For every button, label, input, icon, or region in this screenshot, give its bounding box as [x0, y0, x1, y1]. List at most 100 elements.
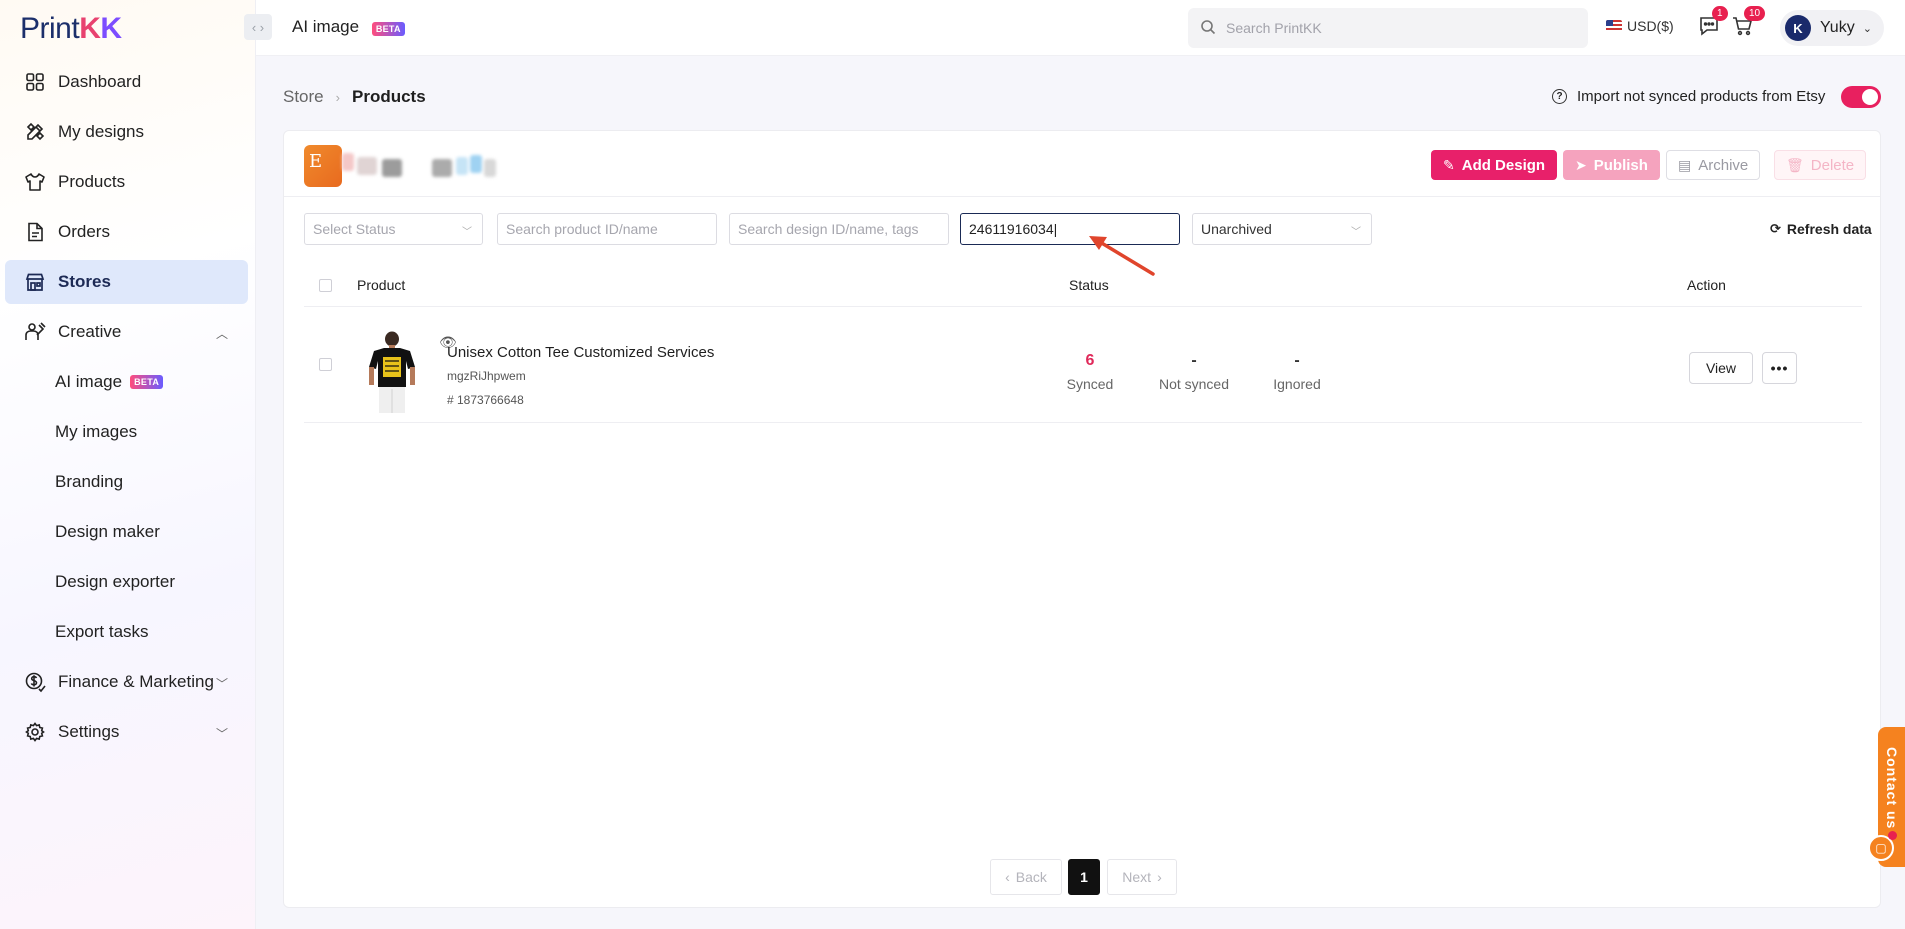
breadcrumb-current: Products — [351, 87, 426, 106]
sidebar-item-label: Orders — [58, 222, 110, 241]
refresh-icon: ⟳ — [1770, 221, 1781, 236]
help-icon[interactable]: ? — [1552, 89, 1567, 104]
logo-text-print: Print — [20, 12, 80, 45]
status-select[interactable]: Select Status ﹀ — [304, 213, 483, 245]
ignored-count-label: Ignored — [1273, 376, 1321, 392]
finance-icon — [24, 671, 46, 693]
currency-selector[interactable]: USD($) — [1606, 18, 1674, 34]
design-search-input[interactable]: Search design ID/name, tags — [729, 213, 949, 245]
row-checkbox[interactable] — [319, 358, 332, 371]
pagination-page-1[interactable]: 1 — [1068, 859, 1100, 895]
chevron-right-icon: › — [335, 89, 340, 105]
breadcrumb: Store › Products — [283, 87, 426, 107]
pagination-next-button[interactable]: Next › — [1107, 859, 1177, 895]
avatar: K — [1785, 15, 1811, 41]
view-button[interactable]: View — [1689, 352, 1753, 384]
add-design-label: Add Design — [1461, 156, 1546, 174]
import-etsy-setting: ? Import not synced products from Etsy — [1552, 88, 1825, 105]
table-header: Product Status Action — [304, 263, 1862, 307]
not-synced-count: - Not synced — [1139, 352, 1249, 392]
etsy-id-value: 24611916034 — [969, 221, 1054, 237]
search-input[interactable]: Search PrintKK — [1188, 8, 1588, 48]
sidebar-subitem-ai-image[interactable]: AI image BETA — [5, 360, 248, 404]
page-title-text: AI image — [292, 17, 360, 36]
product-thumbnail[interactable] — [360, 331, 424, 415]
us-flag-icon — [1606, 20, 1622, 32]
archive-filter-select[interactable]: Unarchived ﹀ — [1192, 213, 1372, 245]
sidebar-item-products[interactable]: Products — [5, 160, 248, 204]
product-sku: mgzRiJhpwem — [447, 369, 526, 383]
beta-badge: BETA — [130, 375, 164, 389]
more-actions-button[interactable]: ••• — [1762, 352, 1797, 384]
sidebar: Print K K Dashboard My designs Products Or… — [0, 0, 256, 929]
page-title: AI image BETA — [292, 17, 405, 37]
beta-badge: BETA — [371, 22, 405, 36]
sidebar-item-finance-marketing[interactable]: Finance & Marketing ﹀ — [5, 660, 248, 704]
cart-count-badge: 10 — [1744, 6, 1766, 21]
text-cursor: | — [1053, 221, 1058, 237]
sidebar-subitem-design-exporter[interactable]: Design exporter — [5, 560, 248, 604]
add-design-button[interactable]: ✎ Add Design — [1431, 150, 1558, 180]
pencil-ruler-icon: ✎ — [1443, 156, 1455, 173]
products-panel: E ✎ Add Design ➤ Publish ▤ Archive 🗑 Del… — [283, 130, 1881, 908]
send-icon: ➤ — [1575, 156, 1587, 173]
import-etsy-toggle[interactable] — [1841, 86, 1881, 108]
collapse-sidebar-button[interactable]: ‹ › — [244, 14, 272, 40]
status-select-placeholder: Select Status — [313, 221, 396, 237]
sidebar-item-dashboard[interactable]: Dashboard — [5, 60, 248, 104]
user-name: Yuky — [1820, 19, 1855, 36]
sidebar-subitem-my-images[interactable]: My images — [5, 410, 248, 454]
contact-us-button[interactable]: Contact us ▢ — [1868, 727, 1905, 867]
chevron-left-icon: ‹ — [1005, 869, 1010, 885]
breadcrumb-store[interactable]: Store — [283, 87, 324, 107]
sidebar-subitem-design-maker[interactable]: Design maker — [5, 510, 248, 554]
sidebar-subitem-label: Design maker — [55, 522, 160, 541]
import-etsy-label: Import not synced products from Etsy — [1577, 88, 1826, 105]
not-synced-count-label: Not synced — [1158, 376, 1230, 392]
product-name[interactable]: Unisex Cotton Tee Customized Services — [447, 344, 714, 361]
product-search-input[interactable]: Search product ID/name — [497, 213, 717, 245]
refresh-data-button[interactable]: ⟳ Refresh data — [1770, 221, 1872, 237]
printkk-logo[interactable]: Print K K — [20, 12, 122, 46]
sidebar-item-label: Dashboard — [58, 72, 142, 91]
sidebar-item-my-designs[interactable]: My designs — [5, 110, 248, 154]
store-icon — [24, 271, 46, 293]
column-header-product: Product — [357, 277, 406, 293]
column-header-action: Action — [1687, 277, 1726, 293]
messages-button[interactable]: 1 — [1696, 6, 1728, 40]
sidebar-subitem-label: Export tasks — [55, 622, 149, 641]
document-icon — [24, 221, 46, 243]
publish-label: Publish — [1593, 156, 1648, 174]
sidebar-item-settings[interactable]: Settings ﹀ — [5, 710, 248, 754]
pencil-ruler-icon — [24, 121, 46, 143]
publish-button[interactable]: ➤ Publish — [1563, 150, 1660, 180]
cart-button[interactable]: 10 — [1730, 6, 1766, 40]
redacted-store-name — [484, 159, 496, 177]
chevron-down-icon: ﹀ — [215, 727, 228, 741]
refresh-data-label: Refresh data — [1786, 221, 1872, 237]
pagination-back-button[interactable]: ‹ Back — [990, 859, 1062, 895]
annotation-arrow-icon — [1089, 236, 1155, 276]
column-header-status: Status — [1069, 277, 1109, 293]
archive-button[interactable]: ▤ Archive — [1666, 150, 1761, 180]
redacted-store-name — [382, 159, 402, 177]
redacted-store-name — [456, 157, 468, 175]
sidebar-subitem-export-tasks[interactable]: Export tasks — [5, 610, 248, 654]
store-logo-letter: E — [309, 151, 323, 172]
delete-button[interactable]: 🗑 Delete — [1774, 150, 1867, 180]
select-all-checkbox[interactable] — [319, 279, 332, 292]
sidebar-subitem-branding[interactable]: Branding — [5, 460, 248, 504]
user-menu[interactable]: K Yuky ⌄ — [1780, 10, 1884, 46]
redacted-store-name — [470, 155, 482, 173]
sidebar-item-orders[interactable]: Orders — [5, 210, 248, 254]
store-logo: E — [304, 145, 342, 187]
sidebar-item-stores[interactable]: Stores — [5, 260, 248, 304]
sidebar-item-creative[interactable]: Creative ︿ — [5, 310, 248, 354]
synced-count: 6 Synced — [1035, 352, 1145, 392]
chevron-down-icon: ⌄ — [1862, 22, 1872, 35]
sidebar-subitem-label: My images — [55, 422, 138, 441]
notification-dot — [1888, 831, 1897, 840]
chevron-down-icon: ﹀ — [462, 227, 472, 238]
archive-label: Archive — [1698, 156, 1749, 174]
sidebar-item-label: Creative — [58, 322, 122, 341]
